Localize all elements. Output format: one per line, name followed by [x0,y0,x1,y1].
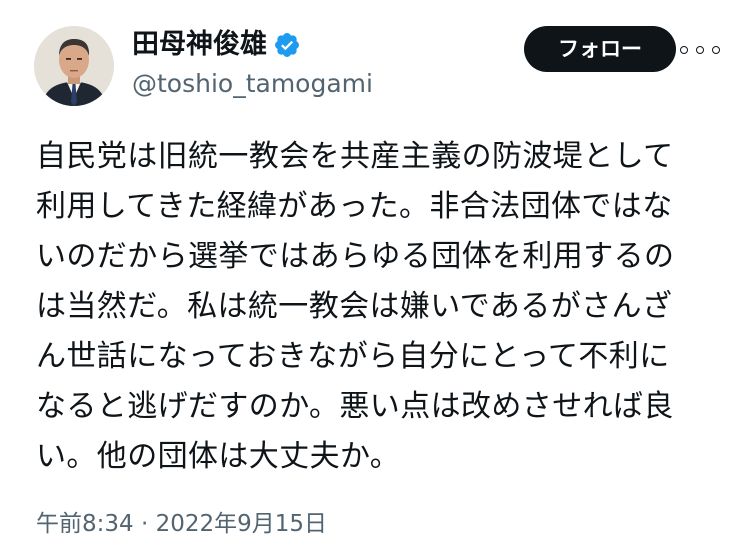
tweet-text-line: いのだから選挙ではあらゆる団体を利用するの [36,239,675,274]
avatar-image [34,26,114,106]
tweet-text: 自民党は旧統一教会を共産主義の防波堤として 利用してきた経緯があった。非合法団体… [36,132,716,482]
avatar[interactable] [34,26,114,106]
tweet-text-line: なると逃げだすのか。悪い点は改めさせれば良 [36,389,674,424]
more-dot [712,46,720,54]
more-dot [696,46,704,54]
tweet-header: 田母神俊雄 @toshio_tamogami フォロー [0,0,750,120]
tweet-text-line: ん世話になっておきながら自分にとって不利に [36,339,670,374]
more-icon[interactable] [680,38,720,62]
tweet-timestamp[interactable]: 午前8:34 · 2022年9月15日 [36,508,327,540]
author-handle[interactable]: @toshio_tamogami [132,68,373,100]
author-name-text: 田母神俊雄 [132,29,267,60]
tweet-text-line: は当然だ。私は統一教会は嫌いであるがさんざ [36,289,673,324]
tweet-text-line: 自民党は旧統一教会を共産主義の防波堤として [36,139,674,174]
tweet-text-line: 利用してきた経緯があった。非合法団体ではな [36,189,673,224]
more-dot [680,46,688,54]
follow-button[interactable]: フォロー [524,26,676,72]
verified-badge-icon [275,33,299,57]
tweet-text-line: い。他の団体は大丈夫か。 [36,439,401,474]
author-name[interactable]: 田母神俊雄 [132,28,301,62]
